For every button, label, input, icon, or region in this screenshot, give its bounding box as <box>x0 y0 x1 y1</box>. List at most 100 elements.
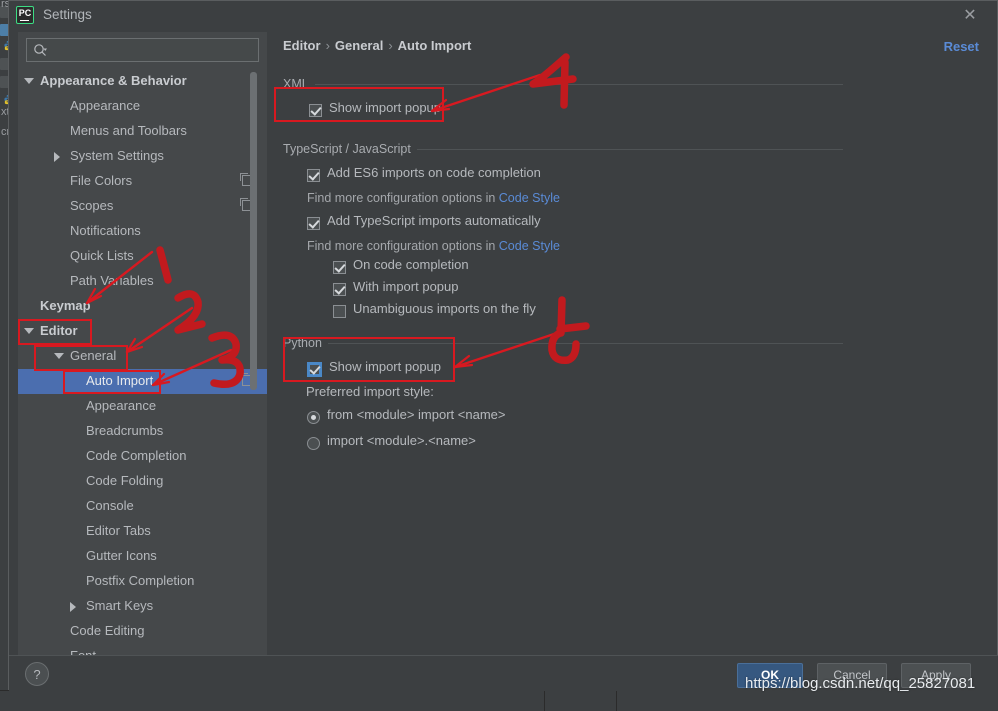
search-input[interactable] <box>53 42 257 61</box>
section-divider <box>283 343 843 344</box>
sidebar-item-label: Appearance & Behavior <box>40 73 187 88</box>
chevron-down-icon[interactable] <box>24 78 34 84</box>
sidebar-item-appearance[interactable]: Appearance <box>18 94 267 119</box>
sidebar-item-editor[interactable]: Editor <box>18 319 267 344</box>
dialog-titlebar: PC Settings ✕ <box>9 1 997 31</box>
xml-show-import-popup-label[interactable]: Show import popup <box>329 100 441 115</box>
sidebar-item-file-colors[interactable]: File Colors <box>18 169 267 194</box>
sidebar-item-code-folding[interactable]: Code Folding <box>18 469 267 494</box>
sidebar-item-code-editing[interactable]: Code Editing <box>18 619 267 644</box>
sidebar-item-label: Keymap <box>40 298 91 313</box>
help-button[interactable]: ? <box>25 662 49 686</box>
sidebar-item-label: Path Variables <box>70 273 154 288</box>
sidebar-item-breadcrumbs[interactable]: Breadcrumbs <box>18 419 267 444</box>
reset-link[interactable]: Reset <box>944 39 979 54</box>
search-icon <box>34 44 47 56</box>
import-style-plain-radio[interactable] <box>307 437 320 450</box>
section-typescript: TypeScript / JavaScript <box>283 142 843 156</box>
add-ts-imports-checkbox[interactable] <box>307 217 320 230</box>
sidebar-item-quick-lists[interactable]: Quick Lists <box>18 244 267 269</box>
sidebar-item-keymap[interactable]: Keymap <box>18 294 267 319</box>
import-style-from-label[interactable]: from <module> import <name> <box>327 407 505 422</box>
section-label-python: Python <box>283 336 328 350</box>
sidebar-item-label: Quick Lists <box>70 248 134 263</box>
sidebar-item-label: Appearance <box>86 398 157 413</box>
sidebar-item-label: Code Completion <box>86 448 187 463</box>
sidebar-item-console[interactable]: Console <box>18 494 267 519</box>
with-import-popup-checkbox[interactable] <box>333 283 346 296</box>
sidebar-item-label: Code Folding <box>86 473 164 488</box>
sidebar-item-system-settings[interactable]: System Settings <box>18 144 267 169</box>
close-icon[interactable]: ✕ <box>960 6 980 26</box>
breadcrumb-mid[interactable]: General <box>335 38 383 53</box>
section-label-xml: XML <box>283 77 315 91</box>
on-code-completion-checkbox[interactable] <box>333 261 346 274</box>
search-box[interactable] <box>26 38 259 62</box>
sidebar-item-path-variables[interactable]: Path Variables <box>18 269 267 294</box>
ide-status-divider <box>616 690 617 711</box>
import-style-from-radio[interactable] <box>307 411 320 424</box>
watermark: https://blog.csdn.net/qq_25827081 <box>745 675 976 692</box>
sidebar-item-notifications[interactable]: Notifications <box>18 219 267 244</box>
dialog-title: Settings <box>43 7 92 22</box>
sidebar-item-label: Appearance <box>70 98 141 113</box>
breadcrumb-separator: › <box>388 38 393 53</box>
sidebar-item-gutter-icons[interactable]: Gutter Icons <box>18 544 267 569</box>
preferred-import-style-label: Preferred import style: <box>306 384 434 399</box>
unambiguous-imports-label[interactable]: Unambiguous imports on the fly <box>353 301 536 316</box>
sidebar-item-label: Menus and Toolbars <box>70 123 187 138</box>
xml-show-import-popup-checkbox[interactable] <box>309 104 322 117</box>
chevron-right-icon[interactable] <box>54 152 60 162</box>
on-code-completion-label[interactable]: On code completion <box>353 257 469 272</box>
sidebar-item-label: Postfix Completion <box>86 573 195 588</box>
sidebar-item-label: General <box>70 348 117 363</box>
import-style-plain-label[interactable]: import <module>.<name> <box>327 433 476 448</box>
code-style-link[interactable]: Code Style <box>499 191 560 205</box>
settings-dialog: PC Settings ✕ Appearance & Behavior Appea… <box>8 0 998 691</box>
ts-hint: Find more configuration options in Code … <box>307 239 560 253</box>
sidebar-item-label: Editor Tabs <box>86 523 151 538</box>
sidebar-item-smart-keys[interactable]: Smart Keys <box>18 594 267 619</box>
python-show-import-popup-checkbox[interactable] <box>308 363 321 376</box>
es6-hint-text: Find more configuration options in <box>307 191 499 205</box>
chevron-right-icon[interactable] <box>70 602 76 612</box>
sidebar-item-appearance-behavior[interactable]: Appearance & Behavior <box>18 69 267 94</box>
sidebar-item-code-completion[interactable]: Code Completion <box>18 444 267 469</box>
with-import-popup-label[interactable]: With import popup <box>353 279 459 294</box>
sidebar-item-label: Auto Import <box>86 373 154 388</box>
sidebar-item-label: Editor <box>40 323 78 338</box>
sidebar-item-menus-and-toolbars[interactable]: Menus and Toolbars <box>18 119 267 144</box>
pycharm-logo-icon: PC <box>16 6 34 24</box>
chevron-down-icon[interactable] <box>54 353 64 359</box>
settings-tree[interactable]: Appearance & Behavior Appearance Menus and… <box>18 69 267 655</box>
sidebar-item-font[interactable]: Font <box>18 644 267 655</box>
breadcrumb-root[interactable]: Editor <box>283 38 321 53</box>
add-es6-imports-label[interactable]: Add ES6 imports on code completion <box>327 165 541 180</box>
chevron-down-icon[interactable] <box>24 328 34 334</box>
sidebar-item-label: Gutter Icons <box>86 548 157 563</box>
section-divider <box>283 84 843 85</box>
sidebar-item-postfix-completion[interactable]: Postfix Completion <box>18 569 267 594</box>
section-label-typescript: TypeScript / JavaScript <box>283 142 417 156</box>
unambiguous-imports-checkbox[interactable] <box>333 305 346 318</box>
sidebar-item-label: Console <box>86 498 134 513</box>
add-ts-imports-label[interactable]: Add TypeScript imports automatically <box>327 213 541 228</box>
section-python: Python <box>283 336 843 350</box>
code-style-link[interactable]: Code Style <box>499 239 560 253</box>
sidebar-item-auto-import[interactable]: Auto Import <box>18 369 267 394</box>
es6-hint: Find more configuration options in Code … <box>307 191 560 205</box>
tree-scrollbar[interactable] <box>250 72 257 390</box>
screen: rs xt cr PC Settings ✕ Appearance & Beha… <box>0 0 998 711</box>
sidebar-item-scopes[interactable]: Scopes <box>18 194 267 219</box>
sidebar-item-label: System Settings <box>70 148 164 163</box>
sidebar-item-general[interactable]: General <box>18 344 267 369</box>
sidebar-item-editor-tabs[interactable]: Editor Tabs <box>18 519 267 544</box>
sidebar-item-appearance[interactable]: Appearance <box>18 394 267 419</box>
python-show-import-popup-label[interactable]: Show import popup <box>329 359 441 374</box>
ide-status-divider <box>544 690 545 711</box>
sidebar-item-label: Code Editing <box>70 623 145 638</box>
sidebar-item-label: Notifications <box>70 223 141 238</box>
breadcrumb-separator: › <box>325 38 330 53</box>
add-es6-imports-checkbox[interactable] <box>307 169 320 182</box>
settings-content-panel: Editor › General › Auto Import Reset XML Sho… <box>275 32 997 655</box>
